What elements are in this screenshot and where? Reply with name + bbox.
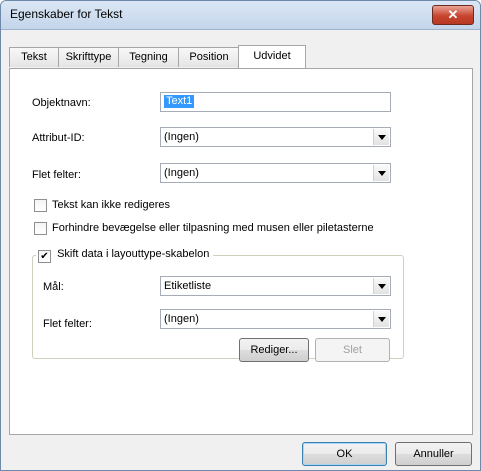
merge-fields-select[interactable]: (Ingen) <box>160 163 391 183</box>
window-title: Egenskaber for Tekst <box>10 7 123 21</box>
layout-merge-fields-label: Flet felter: <box>43 318 92 330</box>
tab-udvidet[interactable]: Udvidet <box>238 45 306 68</box>
prevent-move-label[interactable]: Forhindre bevægelse eller tilpasning med… <box>52 222 374 234</box>
layout-merge-fields-value: (Ingen) <box>164 313 199 325</box>
merge-fields-label: Flet felter: <box>32 169 81 181</box>
cancel-button[interactable]: Annuller <box>395 442 472 466</box>
ok-button[interactable]: OK <box>302 442 387 466</box>
chevron-down-icon[interactable] <box>373 165 389 181</box>
target-value: Etiketliste <box>164 280 212 292</box>
object-name-value: Text1 <box>164 95 195 108</box>
prevent-move-checkbox[interactable] <box>34 222 47 235</box>
close-button[interactable]: ✕ <box>432 5 474 25</box>
chevron-down-icon[interactable] <box>373 311 389 327</box>
layout-template-label[interactable]: Skift data i layouttype-skabelon <box>57 248 209 260</box>
group-header: ✔ Skift data i layouttype-skabelon <box>36 248 214 263</box>
tab-position[interactable]: Position <box>178 47 240 67</box>
properties-dialog: Egenskaber for Tekst ✕ Tekst Skrifttype … <box>0 0 481 471</box>
title-bar: Egenskaber for Tekst ✕ <box>1 1 480 30</box>
tab-tegning[interactable]: Tegning <box>118 47 179 67</box>
attribute-id-label: Attribut-ID: <box>32 132 85 144</box>
merge-fields-value: (Ingen) <box>164 167 199 179</box>
delete-button[interactable]: Slet <box>315 338 390 362</box>
layout-template-checkbox[interactable]: ✔ <box>38 250 51 263</box>
target-select[interactable]: Etiketliste <box>160 276 391 296</box>
target-label: Mål: <box>43 281 64 293</box>
close-icon: ✕ <box>447 7 459 22</box>
edit-button[interactable]: Rediger... <box>239 338 309 362</box>
object-name-input[interactable]: Text1 <box>160 92 391 112</box>
attribute-id-value: (Ingen) <box>164 131 199 143</box>
chevron-down-icon[interactable] <box>373 278 389 294</box>
attribute-id-select[interactable]: (Ingen) <box>160 127 391 147</box>
tab-skrifttype[interactable]: Skrifttype <box>58 47 119 67</box>
not-editable-checkbox[interactable] <box>34 199 47 212</box>
tab-panel-udvidet: Objektnavn: Text1 Attribut-ID: (Ingen) F… <box>9 68 473 435</box>
chevron-down-icon[interactable] <box>373 129 389 145</box>
checkmark-icon: ✔ <box>40 251 49 262</box>
tab-tekst[interactable]: Tekst <box>9 47 59 67</box>
not-editable-label[interactable]: Tekst kan ikke redigeres <box>52 199 170 211</box>
object-name-label: Objektnavn: <box>32 97 91 109</box>
layout-merge-fields-select[interactable]: (Ingen) <box>160 309 391 329</box>
